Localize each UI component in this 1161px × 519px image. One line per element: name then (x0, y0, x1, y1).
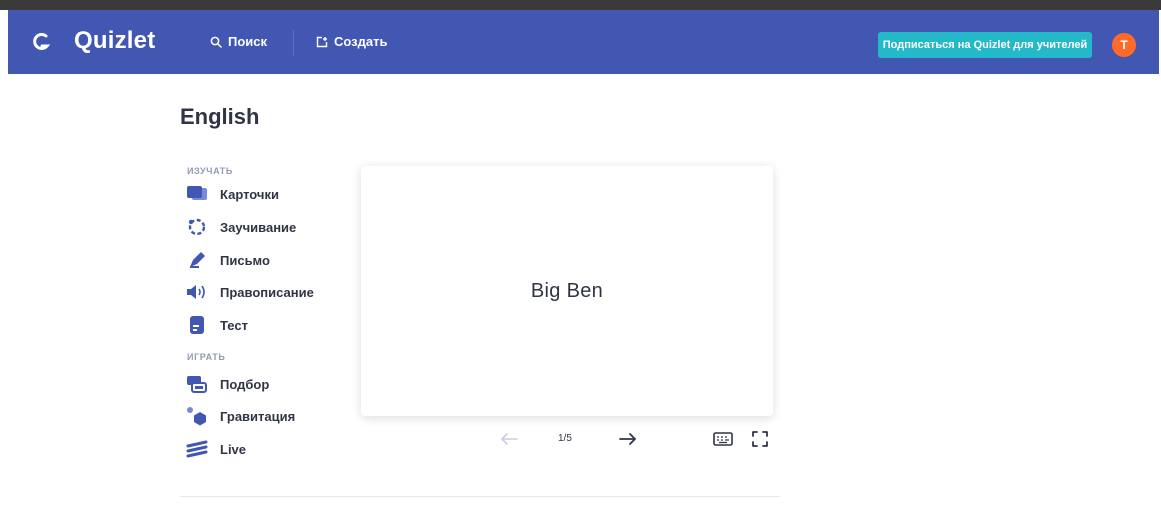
flashcard-term: Big Ben (530, 279, 604, 302)
mode-spell-label: Правописание (220, 284, 314, 300)
mode-live[interactable]: Live (186, 436, 246, 462)
mode-test-label: Тест (220, 317, 248, 333)
play-section-label: ИГРАТЬ (187, 352, 226, 362)
mode-learn-label: Заучивание (220, 219, 297, 235)
mode-live-label: Live (220, 441, 247, 457)
mode-flashcards[interactable]: Карточки (186, 181, 279, 207)
search-label: Поиск (228, 34, 268, 49)
section-divider (180, 496, 780, 497)
search-button[interactable]: Поиск (210, 34, 267, 49)
spell-icon (187, 285, 205, 299)
study-section-label: ИЗУЧАТЬ (187, 166, 233, 176)
create-icon (316, 36, 328, 47)
fullscreen-icon[interactable] (750, 429, 770, 449)
user-avatar[interactable]: T (1112, 33, 1136, 57)
create-label: Создать (334, 34, 388, 49)
teacher-subscribe-button[interactable]: Подписаться на Quizlet для учителей (878, 32, 1092, 58)
card-counter: 1/5 (558, 433, 572, 444)
window-top-strip (0, 0, 1161, 10)
mode-match[interactable]: Подбор (186, 371, 269, 397)
arrow-right-icon[interactable] (617, 430, 639, 448)
set-title: English (180, 104, 260, 129)
create-button[interactable]: Создать (316, 34, 387, 49)
cards-icon (187, 186, 207, 200)
learn-icon (188, 218, 206, 236)
top-navbar: Quizlet Поиск Создать Подписаться на Qui… (8, 10, 1159, 74)
flashcard[interactable]: Big Ben (361, 166, 773, 416)
mode-write[interactable]: Письмо (186, 247, 270, 273)
mode-spell[interactable]: Правописание (186, 279, 314, 305)
search-icon (210, 36, 222, 48)
gravity-icon (187, 407, 206, 426)
mode-write-label: Письмо (220, 252, 270, 268)
match-icon (187, 376, 207, 393)
nav-divider (293, 30, 294, 56)
keyboard-icon[interactable] (712, 430, 734, 448)
arrow-left-icon[interactable] (498, 430, 520, 448)
mode-gravity[interactable]: Гравитация (186, 403, 295, 429)
mode-gravity-label: Гравитация (220, 408, 296, 424)
test-icon (190, 316, 204, 334)
mode-learn[interactable]: Заучивание (186, 214, 296, 240)
mode-match-label: Подбор (220, 376, 270, 392)
back-g-icon[interactable] (32, 30, 52, 54)
live-icon (186, 440, 208, 458)
mode-test[interactable]: Тест (186, 312, 248, 338)
write-icon (190, 252, 205, 268)
mode-flashcards-label: Карточки (220, 186, 279, 202)
quizlet-logo[interactable]: Quizlet (74, 27, 155, 55)
